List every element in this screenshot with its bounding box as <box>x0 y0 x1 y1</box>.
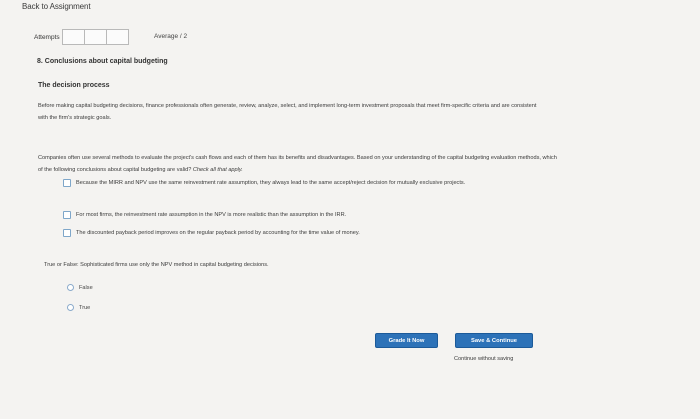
average-score: Average / 2 <box>154 33 188 40</box>
radio-option-true[interactable]: True <box>67 304 90 311</box>
radio-option-false[interactable]: False <box>67 284 93 291</box>
assignment-page: Back to Assignment Attempts Average / 2 … <box>0 0 700 419</box>
attempt-boxes <box>61 29 129 45</box>
question-title: 8. Conclusions about capital budgeting <box>37 58 168 65</box>
radio-label: False <box>79 284 93 291</box>
option-label: Because the MIRR and NPV use the same re… <box>76 180 466 186</box>
section-heading: The decision process <box>38 82 110 89</box>
prompt-text: Companies often use several methods to e… <box>38 155 557 173</box>
back-to-assignment-link[interactable]: Back to Assignment <box>22 2 91 11</box>
checkbox[interactable] <box>63 179 71 187</box>
question-prompt: Companies often use several methods to e… <box>38 153 558 176</box>
grade-it-now-button[interactable]: Grade It Now <box>375 333 438 348</box>
option-mirr-npv[interactable]: Because the MIRR and NPV use the same re… <box>63 178 546 189</box>
checkbox[interactable] <box>63 211 71 219</box>
attempt-box <box>105 29 129 45</box>
prompt-instruction: Check all that apply. <box>192 166 243 173</box>
radio-label: True <box>79 304 91 311</box>
radio-button[interactable] <box>67 284 74 291</box>
save-and-continue-button[interactable]: Save & Continue <box>455 333 533 348</box>
attempt-box <box>83 29 107 45</box>
option-label: For most firms, the reinvestment rate as… <box>76 212 347 218</box>
attempts-row: Attempts <box>34 29 129 45</box>
option-reinvestment-rate[interactable]: For most firms, the reinvestment rate as… <box>63 210 546 221</box>
attempt-box <box>61 29 85 45</box>
intro-paragraph: Before making capital budgeting decision… <box>38 103 537 121</box>
option-label: The discounted payback period improves o… <box>76 230 360 236</box>
checkbox[interactable] <box>63 229 71 237</box>
true-false-question: True or False: Sophisticated firms use o… <box>44 262 269 268</box>
continue-without-saving-link[interactable]: Continue without saving <box>454 356 513 362</box>
attempts-label: Attempts <box>34 33 60 41</box>
radio-button[interactable] <box>67 304 74 311</box>
option-discounted-payback[interactable]: The discounted payback period improves o… <box>63 228 546 239</box>
